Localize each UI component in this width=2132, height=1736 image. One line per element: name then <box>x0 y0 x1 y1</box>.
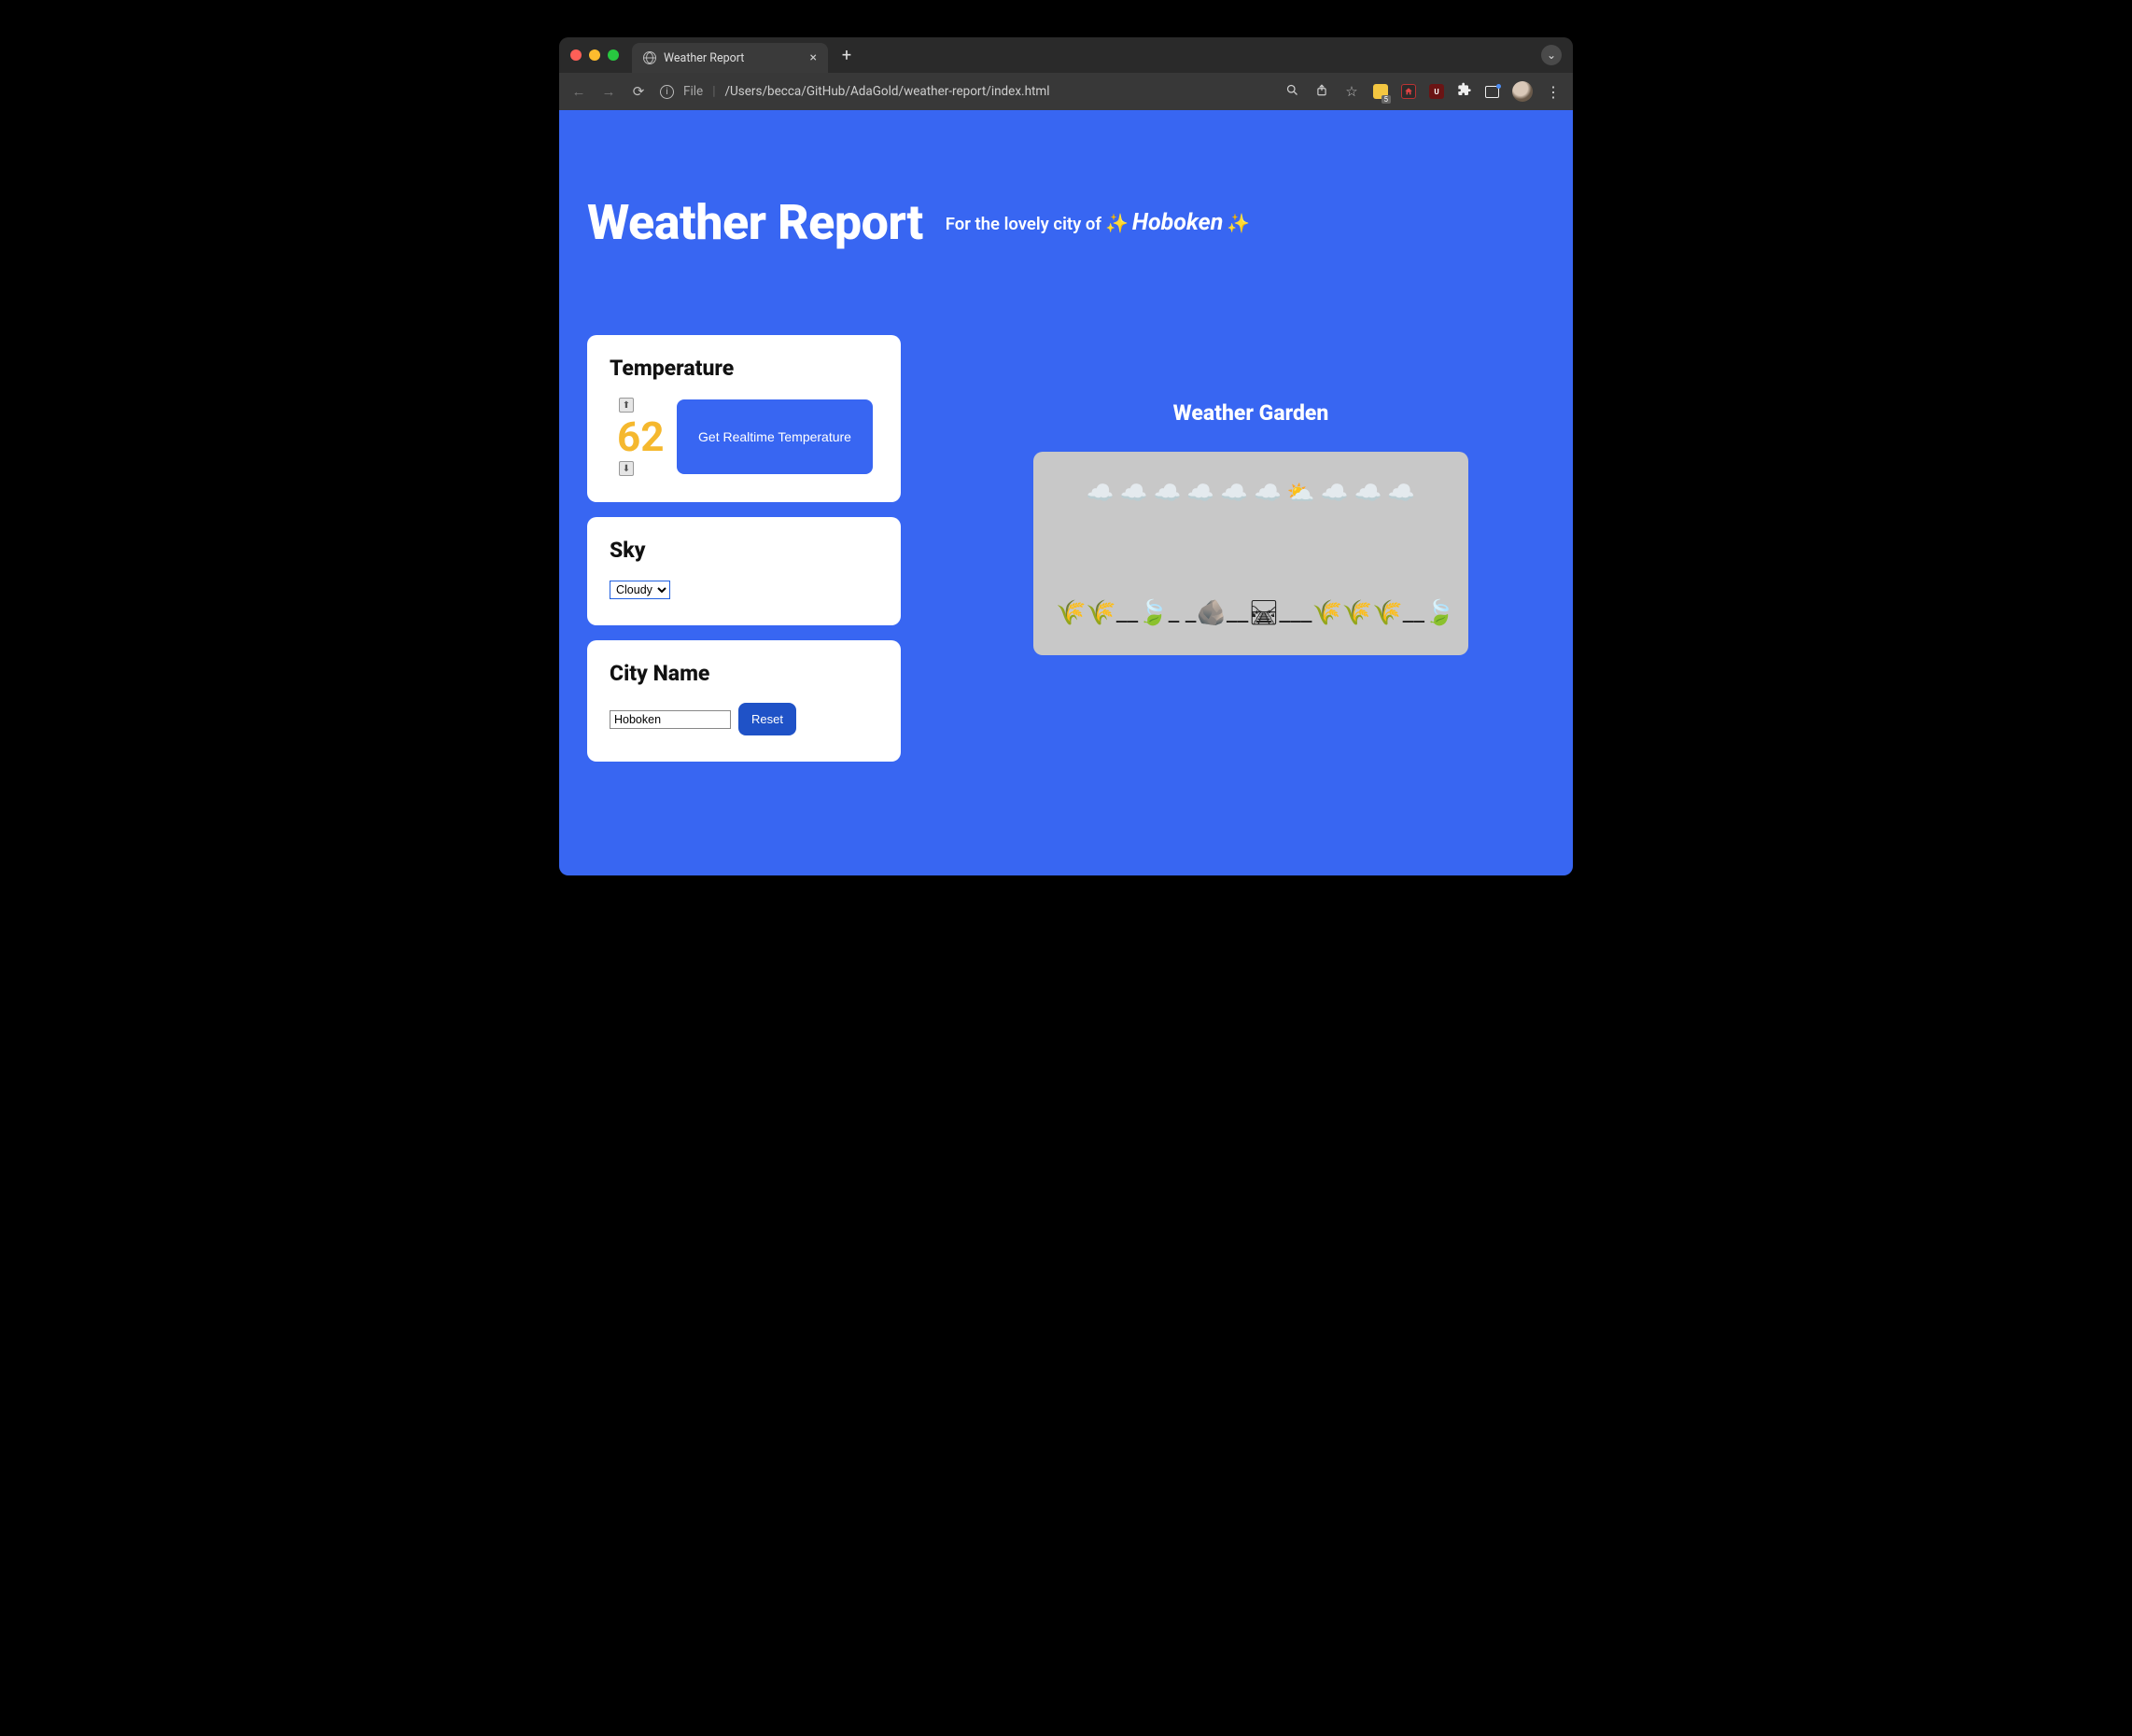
maximize-window-button[interactable] <box>608 49 619 61</box>
forward-button[interactable]: → <box>600 83 617 100</box>
bookmark-star-icon[interactable]: ☆ <box>1343 83 1360 100</box>
window-controls <box>570 49 619 61</box>
url-scheme: File <box>683 84 703 99</box>
tab-manager-icon[interactable] <box>1485 86 1499 98</box>
browser-window: Weather Report × + ⌄ ← → ⟳ i File | /Use… <box>559 37 1573 875</box>
page-content: Weather Report For the lovely city of ✨ … <box>559 110 1573 875</box>
header-city-name: Hoboken <box>1132 209 1224 236</box>
hero: Weather Report For the lovely city of ✨ … <box>559 110 1573 260</box>
temperature-controls: ⬆ ⬇ 62 Get Realtime Temperature <box>610 398 878 476</box>
url-separator: | <box>712 84 715 99</box>
sparkle-icon: ✨ <box>1227 212 1250 234</box>
extension-ublock[interactable]: U <box>1429 84 1444 99</box>
extension-1[interactable] <box>1373 84 1388 99</box>
browser-toolbar: ← → ⟳ i File | /Users/becca/GitHub/AdaGo… <box>559 73 1573 110</box>
tab-title: Weather Report <box>664 51 744 65</box>
share-icon[interactable] <box>1313 83 1330 101</box>
titlebar: Weather Report × + ⌄ <box>559 37 1573 73</box>
decrease-temp-button[interactable]: ⬇ <box>619 461 634 476</box>
garden-column: Weather Garden ☁️ ☁️ ☁️ ☁️ ☁️ ☁️ ⛅ ☁️ ☁️… <box>957 335 1545 655</box>
extensions-menu-icon[interactable] <box>1457 82 1472 101</box>
sky-select[interactable]: Cloudy <box>610 581 670 599</box>
reload-button[interactable]: ⟳ <box>630 83 647 100</box>
tagline: For the lovely city of ✨ Hoboken ✨ <box>946 209 1250 236</box>
minimize-window-button[interactable] <box>589 49 600 61</box>
city-row: Reset <box>610 703 878 735</box>
get-realtime-temperature-button[interactable]: Get Realtime Temperature <box>677 399 873 474</box>
site-info-icon[interactable]: i <box>660 85 674 99</box>
toolbar-right: ☆ U ⋮ <box>1283 81 1562 102</box>
temperature-value: 62 <box>617 413 665 461</box>
extension-2[interactable] <box>1401 84 1416 99</box>
search-icon[interactable] <box>1283 83 1300 101</box>
address-bar[interactable]: i File | /Users/becca/GitHub/AdaGold/wea… <box>660 84 1050 99</box>
page-title: Weather Report <box>587 194 923 251</box>
increase-temp-button[interactable]: ⬆ <box>619 398 634 413</box>
city-name-input[interactable] <box>610 710 731 729</box>
close-window-button[interactable] <box>570 49 582 61</box>
sky-heading: Sky <box>610 538 878 563</box>
garden-heading: Weather Garden <box>1173 400 1329 426</box>
back-button[interactable]: ← <box>570 83 587 100</box>
garden-sky-row: ☁️ ☁️ ☁️ ☁️ ☁️ ☁️ ⛅ ☁️ ☁️ ☁️ <box>1056 480 1446 506</box>
tabs-overflow-button[interactable]: ⌄ <box>1541 45 1562 65</box>
globe-icon <box>643 51 656 64</box>
temperature-heading: Temperature <box>610 356 878 381</box>
city-heading: City Name <box>610 661 878 686</box>
main-columns: Temperature ⬆ ⬇ 62 Get Realtime Temperat… <box>559 260 1573 762</box>
reset-city-button[interactable]: Reset <box>738 703 796 735</box>
city-card: City Name Reset <box>587 640 901 762</box>
weather-garden: ☁️ ☁️ ☁️ ☁️ ☁️ ☁️ ⛅ ☁️ ☁️ ☁️ 🌾🌾__🍃_ _🪨__… <box>1033 452 1468 655</box>
tagline-prefix: For the lovely city of <box>946 214 1101 234</box>
browser-menu-icon[interactable]: ⋮ <box>1546 83 1562 101</box>
profile-avatar[interactable] <box>1512 81 1533 102</box>
close-tab-icon[interactable]: × <box>810 50 817 65</box>
temperature-card: Temperature ⬆ ⬇ 62 Get Realtime Temperat… <box>587 335 901 502</box>
sky-card: Sky Cloudy <box>587 517 901 625</box>
url-path: /Users/becca/GitHub/AdaGold/weather-repo… <box>724 84 1049 99</box>
garden-ground-row: 🌾🌾__🍃_ _🪨__🛤___🌾🌾🌾__🍃 <box>1056 599 1446 627</box>
sparkle-icon: ✨ <box>1105 212 1129 234</box>
controls-column: Temperature ⬆ ⬇ 62 Get Realtime Temperat… <box>587 335 901 762</box>
browser-tab[interactable]: Weather Report × <box>632 43 828 73</box>
new-tab-button[interactable]: + <box>834 42 860 68</box>
